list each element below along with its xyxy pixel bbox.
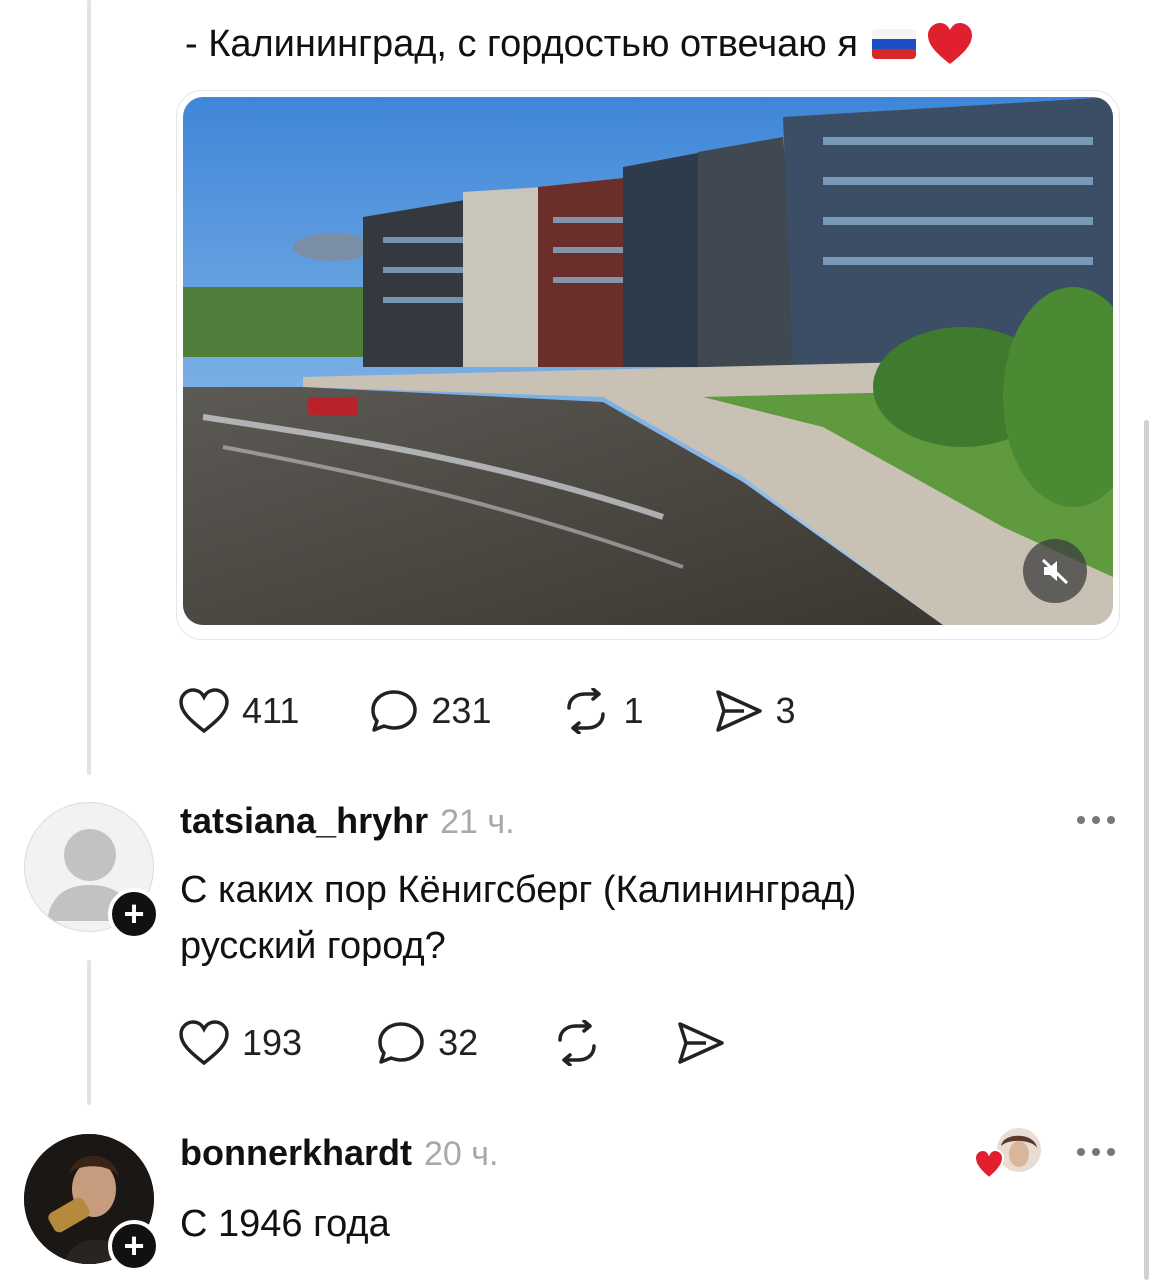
share-icon: [715, 690, 762, 732]
comment-header: bonnerkhardt 20 ч.: [180, 1132, 498, 1174]
post-comment-button[interactable]: 231: [369, 688, 491, 734]
post-comment-count: 231: [431, 690, 492, 731]
more-options-icon[interactable]: [1077, 1148, 1115, 1156]
comment-icon: [378, 1022, 424, 1064]
heart-icon: [179, 688, 229, 734]
heart-emoji-icon: [927, 23, 972, 64]
thread-line-top: [87, 0, 91, 775]
thread-line-middle: [87, 960, 91, 1105]
author-avatar-icon: [973, 1128, 1041, 1180]
post-like-button[interactable]: 411: [178, 688, 299, 734]
comment-text: С 1946 года: [180, 1196, 390, 1252]
mute-icon: [1041, 558, 1069, 585]
comment-actions: 193 32: [178, 1020, 726, 1066]
repost-icon: [558, 1020, 596, 1066]
post-caption: - Калининград, с гордостью отвечаю я: [185, 22, 974, 66]
comment-reply-button[interactable]: 32: [376, 1020, 478, 1066]
post-media-card[interactable]: [176, 90, 1120, 640]
timestamp: 21 ч.: [440, 803, 515, 841]
post-video[interactable]: [183, 97, 1113, 625]
riverfront-image: [183, 97, 1113, 625]
post-caption-text: - Калининград, с гордостью отвечаю я: [185, 22, 858, 65]
heart-icon: [179, 1020, 229, 1066]
post-repost-count: 1: [623, 690, 644, 731]
russia-flag-icon: [871, 29, 916, 59]
comment-reply-count: 32: [438, 1022, 479, 1063]
comment-header: tatsiana_hryhr 21 ч.: [180, 800, 515, 842]
liked-by-author-indicator: [973, 1128, 1045, 1184]
comment-text: С каких пор Кёнигсберг (Калининград) рус…: [180, 862, 856, 974]
comment-like-button[interactable]: 193: [178, 1020, 302, 1066]
share-icon: [678, 1022, 724, 1064]
comment-text-line: С каких пор Кёнигсберг (Калининград): [180, 869, 857, 911]
scrollbar[interactable]: [1144, 420, 1149, 1280]
post-actions: 411 231 1 3: [178, 688, 796, 734]
comment-share-button[interactable]: [676, 1020, 726, 1066]
repost-icon: [567, 688, 606, 734]
follow-button[interactable]: +: [108, 888, 160, 940]
post-share-button[interactable]: 3: [714, 688, 796, 734]
timestamp: 20 ч.: [424, 1135, 499, 1173]
more-options-icon[interactable]: [1077, 816, 1115, 824]
post-share-count: 3: [775, 690, 796, 731]
comment-text-line: С 1946 года: [180, 1203, 390, 1245]
post-like-count: 411: [242, 690, 300, 731]
post-repost-button[interactable]: 1: [561, 688, 644, 734]
comment-icon: [371, 690, 418, 732]
comment-like-count: 193: [242, 1022, 303, 1063]
comment-repost-button[interactable]: [552, 1020, 602, 1066]
comment-text-line: русский город?: [180, 925, 446, 967]
mute-button[interactable]: [1023, 539, 1087, 603]
follow-button[interactable]: +: [108, 1220, 160, 1272]
username[interactable]: tatsiana_hryhr: [180, 800, 428, 842]
username[interactable]: bonnerkhardt: [180, 1132, 412, 1174]
